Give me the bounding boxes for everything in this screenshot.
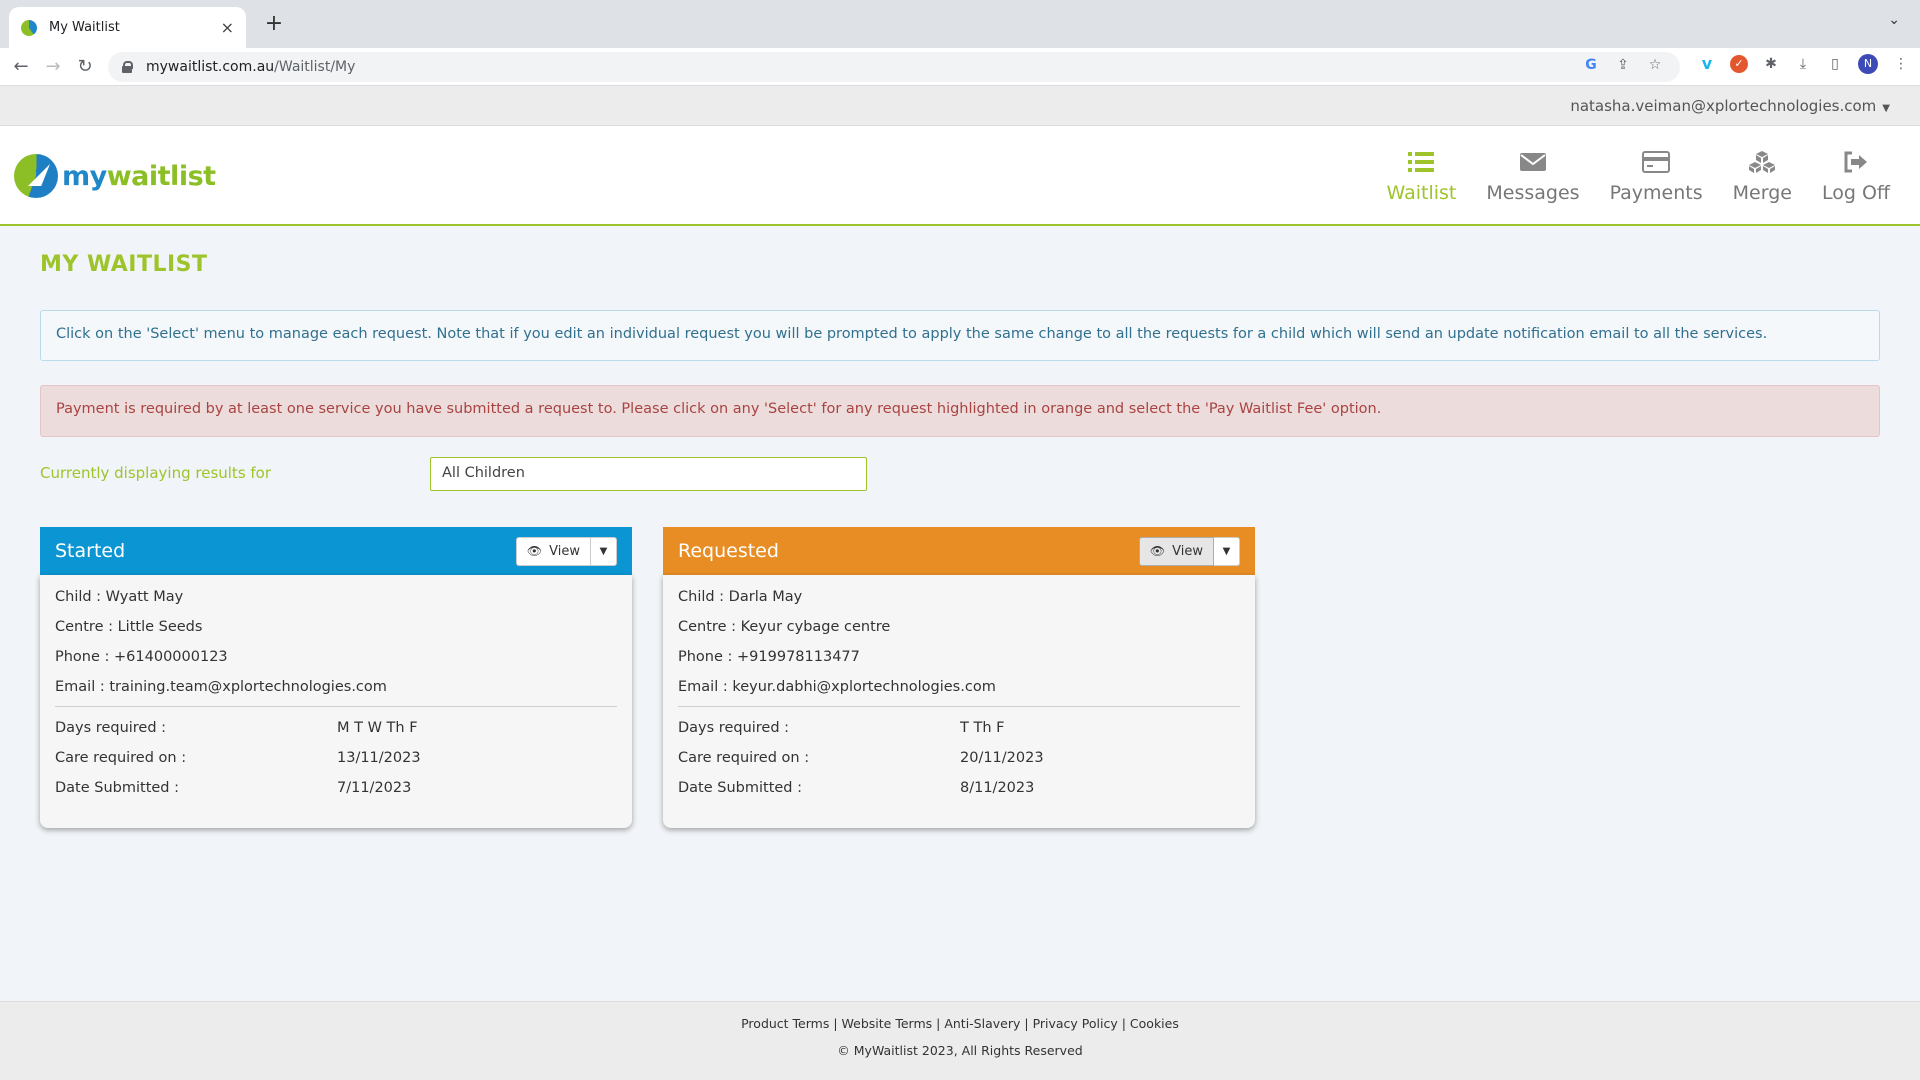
card-status: Requested — [678, 540, 779, 562]
side-panel-icon[interactable]: ▯ — [1826, 55, 1844, 73]
copyright: © MyWaitlist 2023, All Rights Reserved — [837, 1043, 1083, 1058]
google-icon[interactable]: G — [1582, 56, 1600, 74]
eye-icon: 👁 — [526, 544, 543, 558]
card-status: Started — [55, 540, 126, 562]
browser-tab[interactable]: My Waitlist × — [9, 7, 246, 48]
nav-label: Merge — [1732, 182, 1792, 204]
card-header: Requested 👁 View ▼ — [663, 527, 1255, 575]
user-email: natasha.veiman@xplortechnologies.com — [1570, 97, 1877, 115]
centre-name: Centre : Keyur cybage centre — [678, 619, 891, 635]
nav-log-off[interactable]: Log Off — [1822, 146, 1890, 204]
nav-label: Log Off — [1821, 182, 1890, 204]
tab-search-chevron-icon[interactable]: ⌄ — [1888, 12, 1900, 28]
nav-label: Messages — [1486, 182, 1580, 204]
centre-name: Centre : Little Seeds — [55, 619, 203, 635]
nav-waitlist[interactable]: Waitlist — [1386, 146, 1457, 204]
divider — [678, 706, 1240, 707]
logo-text: mywaitlist — [62, 160, 216, 192]
child-filter-select[interactable]: All Children — [430, 457, 867, 491]
close-tab-icon[interactable]: × — [221, 18, 234, 37]
card-body: Child : Wyatt May Centre : Little Seeds … — [40, 575, 632, 828]
footer-link-website-terms[interactable]: Website Terms — [842, 1016, 933, 1031]
filter-label: Currently displaying results for — [40, 464, 272, 482]
care-required-row: Care required on :20/11/2023 — [678, 750, 1044, 766]
view-button[interactable]: 👁 View — [515, 536, 591, 566]
mywaitlist-logo[interactable]: mywaitlist — [14, 154, 216, 198]
browser-tab-bar: My Waitlist × + ⌄ — [0, 0, 1920, 48]
email: Email : training.team@xplortechnologies.… — [55, 679, 387, 695]
nav-label: Payments — [1609, 182, 1703, 204]
user-account-menu[interactable]: natasha.veiman@xplortechnologies.com ▼ — [1570, 97, 1890, 115]
card-header: Started 👁 View ▼ — [40, 527, 632, 575]
cubes-icon — [1747, 146, 1777, 178]
site-footer: Product Terms | Website Terms | Anti-Sla… — [0, 1001, 1920, 1080]
forward-button[interactable]: → — [40, 54, 66, 80]
email: Email : keyur.dabhi@xplortechnologies.co… — [678, 679, 996, 695]
view-button-group: 👁 View ▼ — [1138, 536, 1240, 566]
credit-card-icon — [1642, 146, 1671, 178]
back-button[interactable]: ← — [8, 54, 34, 80]
tab-title: My Waitlist — [49, 20, 120, 35]
browser-menu-icon[interactable]: ⋮ — [1892, 55, 1910, 73]
address-bar[interactable]: mywaitlist.com.au/Waitlist/My G ⇪ ☆ — [108, 52, 1680, 82]
logo-mark-icon — [14, 154, 58, 198]
nav-messages[interactable]: Messages — [1486, 146, 1580, 204]
extensions-puzzle-icon[interactable]: ✱ — [1762, 55, 1780, 73]
page-title: MY WAITLIST — [40, 252, 208, 277]
nav-label: Waitlist — [1386, 182, 1457, 204]
site-favicon-icon — [21, 19, 37, 36]
list-icon — [1408, 146, 1435, 178]
days-required-row: Days required :T Th F — [678, 720, 1005, 736]
date-submitted-row: Date Submitted :8/11/2023 — [678, 780, 1035, 796]
bookmark-star-icon[interactable]: ☆ — [1646, 56, 1664, 74]
vimeo-extension-icon[interactable]: v — [1698, 55, 1716, 73]
todo-extension-icon[interactable]: ✓ — [1730, 55, 1748, 73]
date-submitted-row: Date Submitted :7/11/2023 — [55, 780, 412, 796]
payment-required-alert: Payment is required by at least one serv… — [40, 385, 1880, 437]
site-header: mywaitlist Waitlist Messages Payments Me… — [0, 126, 1920, 226]
lock-icon — [122, 61, 133, 73]
child-name: Child : Wyatt May — [55, 589, 184, 605]
profile-avatar[interactable]: N — [1858, 54, 1878, 74]
reload-button[interactable]: ↻ — [72, 54, 98, 80]
footer-link-product-terms[interactable]: Product Terms — [741, 1016, 829, 1031]
phone: Phone : +919978113477 — [678, 649, 860, 665]
browser-toolbar: ← → ↻ mywaitlist.com.au/Waitlist/My G ⇪ … — [0, 48, 1920, 86]
share-icon[interactable]: ⇪ — [1614, 56, 1632, 74]
user-bar: natasha.veiman@xplortechnologies.com ▼ — [0, 86, 1920, 126]
footer-link-cookies[interactable]: Cookies — [1130, 1016, 1179, 1031]
info-alert: Click on the 'Select' menu to manage eac… — [40, 310, 1880, 361]
footer-link-anti-slavery[interactable]: Anti-Slavery — [944, 1016, 1020, 1031]
new-tab-button[interactable]: + — [260, 10, 288, 38]
eye-icon: 👁 — [1149, 544, 1166, 558]
request-card-started: Started 👁 View ▼ Child : Wyatt May Centre… — [40, 527, 632, 828]
view-button-group: 👁 View ▼ — [515, 536, 617, 566]
envelope-icon — [1519, 146, 1546, 178]
download-icon[interactable]: ⤓ — [1794, 55, 1812, 73]
days-required-row: Days required :M T W Th F — [55, 720, 418, 736]
select-dropdown-toggle[interactable]: ▼ — [1214, 536, 1240, 566]
main-nav: Waitlist Messages Payments Merge Log Off — [1387, 146, 1890, 204]
card-body: Child : Darla May Centre : Keyur cybage … — [663, 575, 1255, 828]
nav-payments[interactable]: Payments — [1610, 146, 1703, 204]
caret-down-icon: ▼ — [1882, 103, 1890, 114]
nav-merge[interactable]: Merge — [1733, 146, 1792, 204]
select-dropdown-toggle[interactable]: ▼ — [591, 536, 617, 566]
divider — [55, 706, 617, 707]
view-button[interactable]: 👁 View — [1138, 536, 1214, 566]
footer-links: Product Terms | Website Terms | Anti-Sla… — [741, 1016, 1179, 1031]
phone: Phone : +61400000123 — [55, 649, 228, 665]
care-required-row: Care required on :13/11/2023 — [55, 750, 421, 766]
url-text: mywaitlist.com.au/Waitlist/My — [146, 59, 356, 75]
child-name: Child : Darla May — [678, 589, 803, 605]
footer-link-privacy-policy[interactable]: Privacy Policy — [1033, 1016, 1118, 1031]
sign-out-icon — [1843, 146, 1869, 178]
request-card-requested: Requested 👁 View ▼ Child : Darla May Cent… — [663, 527, 1255, 828]
